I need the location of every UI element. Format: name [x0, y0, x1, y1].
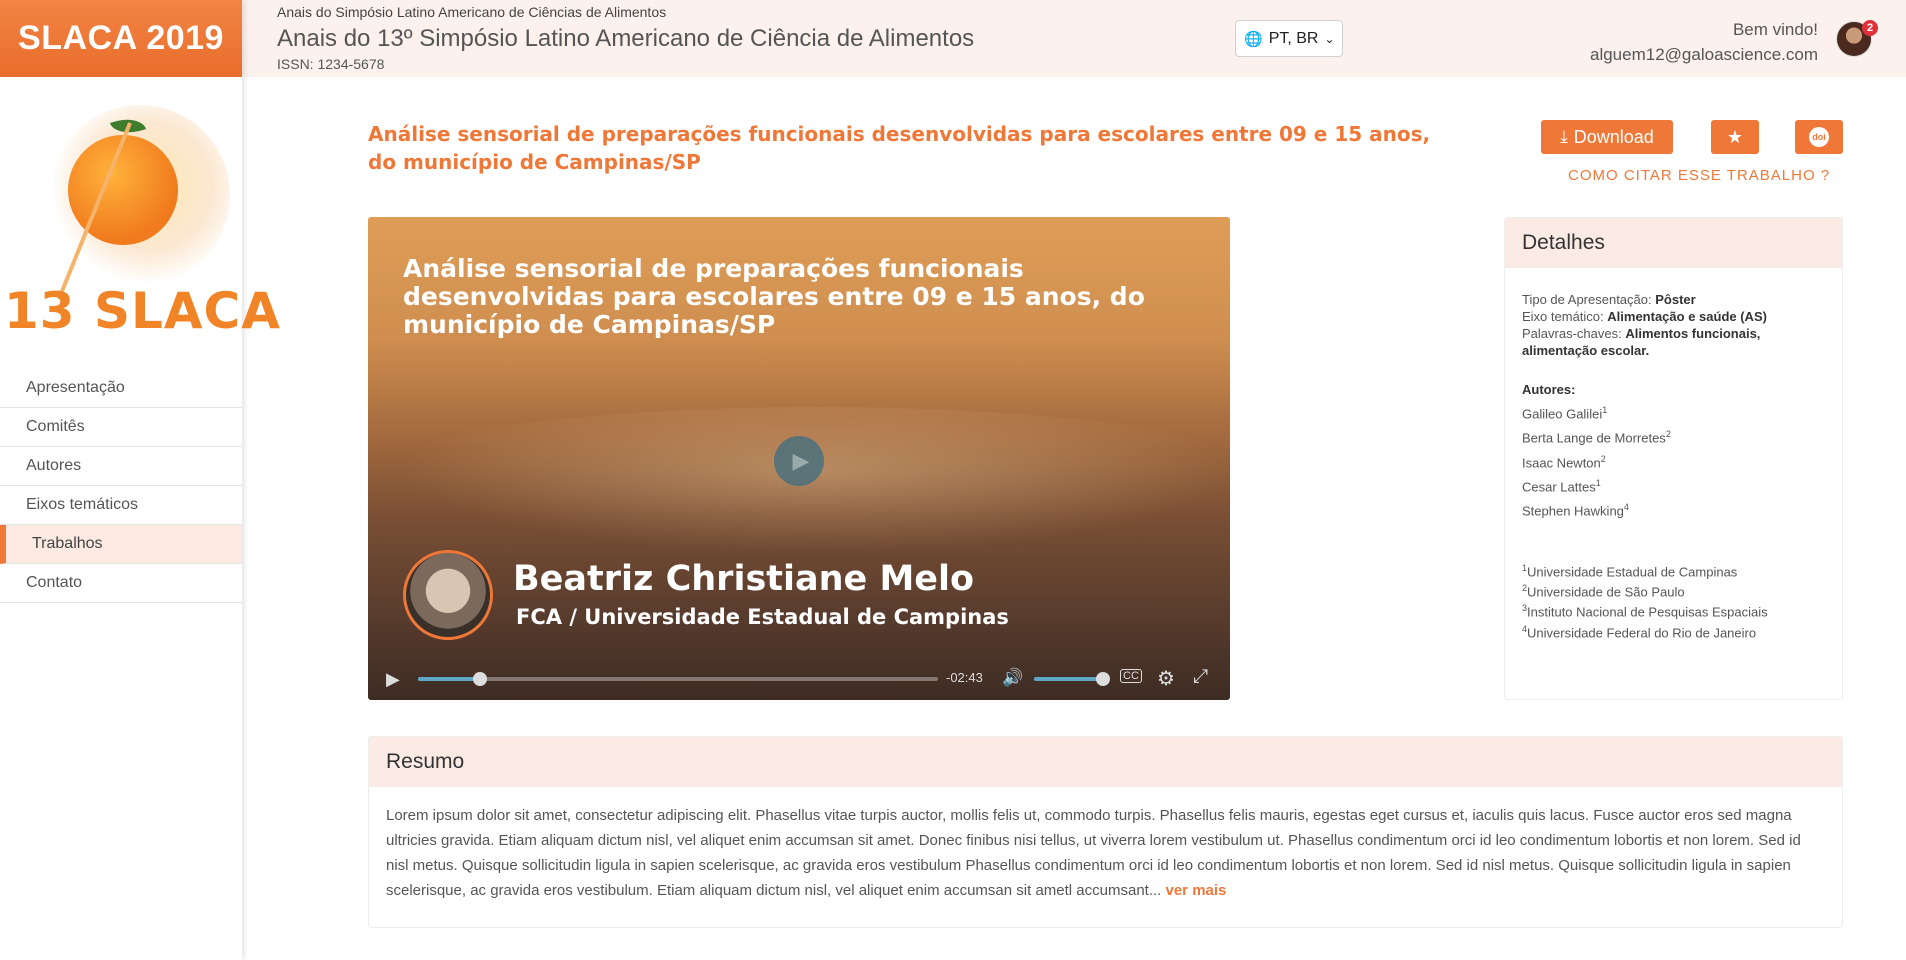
author-aff: 1	[1595, 477, 1601, 488]
author-item[interactable]: Stephen Hawking4	[1522, 499, 1825, 519]
star-icon: ★	[1726, 126, 1744, 147]
volume-slider[interactable]	[1034, 677, 1104, 681]
details-panel: Detalhes Tipo de Apresentação: Pôster Ei…	[1504, 217, 1843, 700]
video-wave	[368, 407, 1230, 567]
affiliation-item: 3Instituto Nacional de Pesquisas Espacia…	[1522, 600, 1825, 620]
author-name: Cesar Lattes	[1522, 479, 1596, 495]
author-aff: 1	[1602, 405, 1608, 415]
captions-icon[interactable]: CC	[1120, 669, 1142, 683]
logo-text: 13 SLACA	[4, 282, 281, 340]
affiliation-name: Universidade Estadual de Campinas	[1527, 563, 1738, 579]
video-controls: ▶ -02:43 🔊 CC ⚙ ⤢	[368, 657, 1230, 700]
abstract-title: Resumo	[369, 737, 1842, 787]
volume-handle[interactable]	[1096, 672, 1110, 686]
details-title: Detalhes	[1505, 218, 1842, 268]
welcome-text: Bem vindo!	[1732, 20, 1818, 39]
abstract-body: Lorem ipsum dolor sit amet, consectetur …	[369, 787, 1842, 919]
gear-icon[interactable]: ⚙	[1157, 666, 1175, 691]
brand-title[interactable]: SLACA 2019	[0, 0, 242, 77]
video-title: Análise sensorial de preparações funcion…	[403, 254, 1145, 339]
author-aff: 4	[1623, 502, 1629, 513]
axis-value: Alimentação e saúde (AS)	[1607, 309, 1767, 324]
keywords-label: Palavras-chaves:	[1522, 326, 1622, 341]
sidebar-item-comites[interactable]: Comitês	[0, 408, 242, 447]
sidebar-nav: Apresentação Comitês Autores Eixos temát…	[0, 369, 242, 603]
speaker-photo	[403, 550, 493, 640]
download-button[interactable]: ⤓ Download	[1541, 120, 1673, 154]
author-aff: 2	[1665, 429, 1671, 440]
author-item[interactable]: Cesar Lattes1	[1522, 475, 1825, 495]
thematic-axis: Eixo temático: Alimentação e saúde (AS)	[1522, 308, 1825, 325]
abstract-panel: Resumo Lorem ipsum dolor sit amet, conse…	[368, 736, 1843, 928]
speaker-affiliation: FCA / Universidade Estadual de Campinas	[516, 605, 1009, 629]
download-icon: ⤓	[1560, 127, 1568, 146]
author-item[interactable]: Berta Lange de Morretes2	[1522, 426, 1825, 446]
progress-bar[interactable]	[418, 672, 938, 686]
presentation-type: Tipo de Apresentação: Pôster	[1522, 291, 1825, 308]
sidebar-item-eixos[interactable]: Eixos temáticos	[0, 486, 242, 525]
affiliation-item: 4Universidade Federal do Rio de Janeiro	[1522, 621, 1825, 641]
time-remaining: -02:43	[946, 670, 983, 685]
sidebar-item-trabalhos[interactable]: Trabalhos	[0, 525, 242, 564]
volume-icon[interactable]: 🔊	[1002, 668, 1023, 688]
language-select[interactable]: 🌐 PT, BR ⌄	[1235, 20, 1343, 57]
affiliation-item: 2Universidade de São Paulo	[1522, 580, 1825, 600]
fullscreen-icon[interactable]: ⤢	[1193, 666, 1208, 688]
favorite-button[interactable]: ★	[1711, 120, 1759, 154]
abstract-text: Lorem ipsum dolor sit amet, consectetur …	[386, 807, 1801, 899]
authors-label: Autores:	[1522, 382, 1576, 397]
cite-link[interactable]: COMO CITAR ESSE TRABALHO ?	[1568, 167, 1830, 184]
affiliation-item: 1Universidade Estadual de Campinas	[1522, 560, 1825, 580]
proceedings-subtitle: Anais do Simpósio Latino Americano de Ci…	[277, 4, 667, 20]
issn-label: ISSN: 1234-5678	[277, 56, 385, 72]
progress-fill	[418, 677, 481, 681]
play-icon[interactable]: ▶	[774, 436, 824, 486]
doi-button[interactable]: doi	[1795, 120, 1843, 154]
control-play-icon[interactable]: ▶	[386, 669, 400, 690]
presentation-type-value: Pôster	[1655, 292, 1696, 307]
sidebar-item-contato[interactable]: Contato	[0, 564, 242, 603]
sidebar-item-apresentacao[interactable]: Apresentação	[0, 369, 242, 408]
affiliations-list: 1Universidade Estadual de Campinas 2Univ…	[1522, 560, 1825, 641]
affiliation-name: Universidade Federal do Rio de Janeiro	[1527, 624, 1757, 640]
progress-handle[interactable]	[473, 672, 488, 686]
author-name: Stephen Hawking	[1522, 503, 1624, 519]
author-name: Galileo Galilei	[1522, 406, 1603, 422]
author-item[interactable]: Isaac Newton2	[1522, 451, 1825, 471]
doi-icon: doi	[1809, 127, 1829, 147]
download-label: Download	[1573, 126, 1654, 147]
globe-icon: 🌐	[1244, 30, 1263, 48]
sidebar-item-autores[interactable]: Autores	[0, 447, 242, 486]
author-aff: 2	[1600, 453, 1606, 464]
language-value: PT, BR	[1268, 29, 1319, 47]
axis-label: Eixo temático:	[1522, 309, 1604, 324]
speaker-name: Beatriz Christiane Melo	[513, 559, 975, 599]
presentation-type-label: Tipo de Apresentação:	[1522, 292, 1652, 307]
paper-title: Análise sensorial de preparações funcion…	[368, 122, 1431, 174]
keywords: Palavras-chaves: Alimentos funcionais, a…	[1522, 325, 1825, 359]
affiliation-name: Instituto Nacional de Pesquisas Espaciai…	[1527, 604, 1768, 620]
chevron-down-icon: ⌄	[1324, 31, 1335, 46]
author-name: Isaac Newton	[1522, 454, 1601, 470]
user-email[interactable]: alguem12@galoascience.com	[1590, 42, 1818, 67]
sidebar: SLACA 2019 13 SLACA Apresentação Comitês…	[0, 0, 280, 960]
event-logo[interactable]: 13 SLACA	[0, 77, 280, 340]
affiliation-name: Universidade de São Paulo	[1527, 584, 1685, 600]
top-header: Anais do Simpósio Latino Americano de Ci…	[242, 0, 1906, 77]
user-greeting: Bem vindo! alguem12@galoascience.com	[1590, 17, 1818, 67]
read-more-link[interactable]: ver mais	[1166, 882, 1227, 899]
author-name: Berta Lange de Morretes	[1522, 430, 1666, 446]
author-item[interactable]: Galileo Galilei1	[1522, 402, 1825, 422]
notification-badge[interactable]: 2	[1862, 20, 1878, 36]
video-player[interactable]: Análise sensorial de preparações funcion…	[368, 217, 1230, 700]
page-title: Anais do 13º Simpósio Latino Americano d…	[277, 25, 975, 52]
details-body: Tipo de Apresentação: Pôster Eixo temáti…	[1505, 268, 1842, 664]
